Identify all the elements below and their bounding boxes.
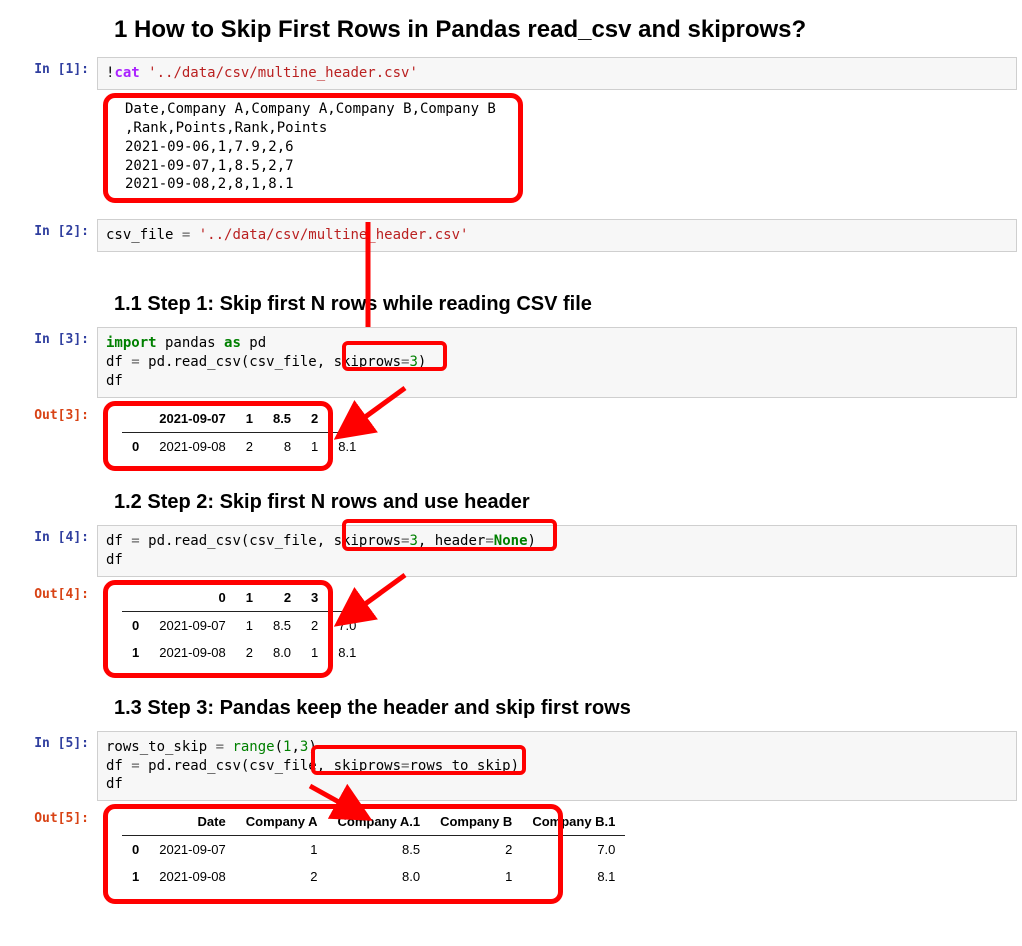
prompt-in-5: In [5]:	[5, 731, 97, 802]
code-in-5[interactable]: rows_to_skip = range(1,3) df = pd.read_c…	[97, 731, 1017, 802]
prompt-out-5: Out[5]:	[5, 806, 97, 892]
column-header: 1	[236, 584, 263, 612]
code-in-2[interactable]: csv_file = '../data/csv/multine_header.c…	[97, 219, 1017, 252]
code-in-3[interactable]: import pandas as pd df = pd.read_csv(csv…	[97, 327, 1017, 398]
cell-in-1: In [1]: !cat '../data/csv/multine_header…	[4, 56, 1018, 91]
table-row: 02021-09-0718.527.0	[122, 836, 625, 864]
table-row: 02021-09-082818.1	[122, 432, 366, 460]
cell-in-5: In [5]: rows_to_skip = range(1,3) df = p…	[4, 730, 1018, 803]
notebook: 1 How to Skip First Rows in Pandas read_…	[0, 0, 1022, 916]
column-header: Company A	[236, 808, 328, 836]
column-header: 2	[301, 405, 328, 433]
heading-main: 1 How to Skip First Rows in Pandas read_…	[114, 16, 1018, 44]
column-header: 1	[236, 405, 263, 433]
column-header: 2021-09-07	[149, 405, 236, 433]
column-header: 7	[328, 405, 366, 433]
column-header: 8.5	[263, 405, 301, 433]
column-header	[122, 405, 149, 433]
column-header: Date	[149, 808, 236, 836]
out3-area: 2021-09-0718.52702021-09-082818.1	[97, 403, 1017, 462]
prompt-out-3: Out[3]:	[5, 403, 97, 462]
out5-area: DateCompany ACompany A.1Company BCompany…	[97, 806, 1017, 892]
dataframe-3: 2021-09-0718.52702021-09-082818.1	[122, 405, 366, 460]
cell-out-3: Out[3]: 2021-09-0718.52702021-09-082818.…	[4, 402, 1018, 463]
prompt-out-4: Out[4]:	[5, 582, 97, 668]
cell-in-2: In [2]: csv_file = '../data/csv/multine_…	[4, 218, 1018, 253]
dataframe-4: 0123402021-09-0718.527.012021-09-0828.01…	[122, 584, 366, 666]
column-header: Company A.1	[327, 808, 430, 836]
column-header: 4	[328, 584, 366, 612]
cell-out-5: Out[5]: DateCompany ACompany A.1Company …	[4, 805, 1018, 893]
column-header: Company B	[430, 808, 522, 836]
prompt-in-2: In [2]:	[5, 219, 97, 252]
column-header	[122, 808, 149, 836]
cell-in-3: In [3]: import pandas as pd df = pd.read…	[4, 326, 1018, 399]
table-row: 02021-09-0718.527.0	[122, 611, 366, 639]
code-in-1[interactable]: !cat '../data/csv/multine_header.csv'	[97, 57, 1017, 90]
column-header: 0	[149, 584, 236, 612]
column-header: 2	[263, 584, 301, 612]
cell-out-4: Out[4]: 0123402021-09-0718.527.012021-09…	[4, 581, 1018, 669]
cell-out-1: Date,Company A,Company A,Company B,Compa…	[4, 94, 1018, 200]
heading-step1: 1.1 Step 1: Skip first N rows while read…	[114, 293, 1018, 316]
heading-step3: 1.3 Step 3: Pandas keep the header and s…	[114, 697, 1018, 720]
prompt-in-3: In [3]:	[5, 327, 97, 398]
output-1: Date,Company A,Company A,Company B,Compa…	[97, 95, 1017, 199]
column-header: Company B.1	[522, 808, 625, 836]
cell-in-4: In [4]: df = pd.read_csv(csv_file, skipr…	[4, 524, 1018, 578]
heading-step2: 1.2 Step 2: Skip first N rows and use he…	[114, 491, 1018, 514]
column-header	[122, 584, 149, 612]
dataframe-5: DateCompany ACompany A.1Company BCompany…	[122, 808, 625, 890]
code-in-4[interactable]: df = pd.read_csv(csv_file, skiprows=3, h…	[97, 525, 1017, 577]
table-row: 12021-09-0828.018.1	[122, 639, 366, 666]
table-row: 12021-09-0828.018.1	[122, 863, 625, 890]
out4-area: 0123402021-09-0718.527.012021-09-0828.01…	[97, 582, 1017, 668]
prompt-in-1: In [1]:	[5, 57, 97, 90]
prompt-in-4: In [4]:	[5, 525, 97, 577]
column-header: 3	[301, 584, 328, 612]
